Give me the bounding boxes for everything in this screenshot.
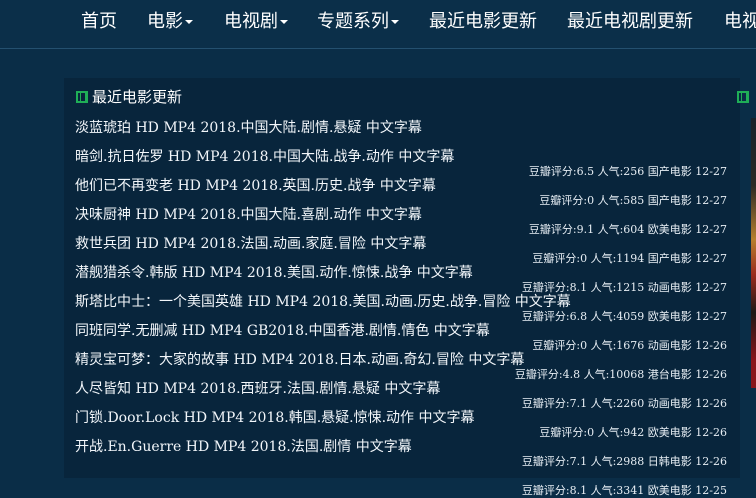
panel-title: 最近电影更新: [76, 88, 182, 106]
nav-latest-tv[interactable]: 最近电视剧更新: [567, 11, 693, 33]
movie-link[interactable]: 人尽皆知 HD MP4 2018.西班牙.法国.剧情.悬疑 中文字幕: [75, 379, 440, 399]
list-item: 同班同学.无删减 HD MP4 GB2018.中国香港.剧情.情色 中文字幕 豆…: [75, 319, 755, 352]
list-item: 他们已不再变老 HD MP4 2018.英国.历史.战争 中文字幕 豆瓣评分:0…: [75, 174, 755, 207]
list-item: 门锁.Door.Lock HD MP4 2018.韩国.悬疑.惊悚.动作 中文字…: [75, 406, 755, 439]
film-icon: [737, 91, 749, 103]
top-navbar: 首页 电影 电视剧 专题系列 最近电影更新 最近电视剧更新 电视: [0, 0, 756, 49]
movie-link[interactable]: 同班同学.无删减 HD MP4 GB2018.中国香港.剧情.情色 中文字幕: [75, 321, 490, 341]
nav-tv-series[interactable]: 电视剧: [224, 11, 288, 33]
movie-link[interactable]: 斯塔比中士：一个美国英雄 HD MP4 2018.美国.动画.历史.战争.冒险 …: [75, 292, 571, 312]
nav-tv[interactable]: 电视: [724, 11, 756, 33]
movie-link[interactable]: 开战.En.Guerre HD MP4 2018.法国.剧情 中文字幕: [75, 437, 412, 457]
movie-meta: 豆瓣评分:8.1 人气:3341 欧美电影 12-25: [521, 484, 727, 497]
list-item: 斯塔比中士：一个美国英雄 HD MP4 2018.美国.动画.历史.战争.冒险 …: [75, 290, 755, 323]
movie-link[interactable]: 暗剑.抗日佐罗 HD MP4 2018.中国大陆.战争.动作 中文字幕: [75, 147, 454, 167]
movie-link[interactable]: 精灵宝可梦：大家的故事 HD MP4 2018.日本.动画.奇幻.冒险 中文字幕: [75, 350, 524, 370]
movie-link[interactable]: 他们已不再变老 HD MP4 2018.英国.历史.战争 中文字幕: [75, 176, 436, 196]
movie-link[interactable]: 门锁.Door.Lock HD MP4 2018.韩国.悬疑.惊悚.动作 中文字…: [75, 408, 475, 428]
list-item: 救世兵团 HD MP4 2018.法国.动画.家庭.冒险 中文字幕 豆瓣评分:0…: [75, 232, 755, 265]
nav-latest-movies[interactable]: 最近电影更新: [429, 11, 537, 33]
chevron-down-icon: [280, 20, 288, 24]
nav-home[interactable]: 首页: [81, 11, 117, 33]
movie-poster-thumbnail[interactable]: [751, 118, 756, 388]
list-item: 豆瓣评分:8.1 人气:3341 欧美电影 12-25: [75, 464, 755, 497]
list-item: 决味厨神 HD MP4 2018.中国大陆.喜剧.动作 中文字幕 豆瓣评分:9.…: [75, 203, 755, 236]
list-item: 淡蓝琥珀 HD MP4 2018.中国大陆.剧情.悬疑 中文字幕: [75, 116, 755, 145]
list-item: 暗剑.抗日佐罗 HD MP4 2018.中国大陆.战争.动作 中文字幕 豆瓣评分…: [75, 145, 755, 178]
list-item: 开战.En.Guerre HD MP4 2018.法国.剧情 中文字幕 豆瓣评分…: [75, 435, 755, 468]
chevron-down-icon: [391, 20, 399, 24]
movie-list: 淡蓝琥珀 HD MP4 2018.中国大陆.剧情.悬疑 中文字幕 暗剑.抗日佐罗…: [75, 116, 755, 497]
chevron-down-icon: [185, 20, 193, 24]
list-item: 人尽皆知 HD MP4 2018.西班牙.法国.剧情.悬疑 中文字幕 豆瓣评分:…: [75, 377, 755, 410]
movie-link[interactable]: 救世兵团 HD MP4 2018.法国.动画.家庭.冒险 中文字幕: [75, 234, 426, 254]
film-icon: [76, 91, 88, 103]
list-item: 精灵宝可梦：大家的故事 HD MP4 2018.日本.动画.奇幻.冒险 中文字幕…: [75, 348, 755, 381]
list-item: 潜舰猎杀令.韩版 HD MP4 2018.美国.动作.惊悚.战争 中文字幕 豆瓣…: [75, 261, 755, 294]
movie-link[interactable]: 潜舰猎杀令.韩版 HD MP4 2018.美国.动作.惊悚.战争 中文字幕: [75, 263, 473, 283]
movie-link[interactable]: 淡蓝琥珀 HD MP4 2018.中国大陆.剧情.悬疑 中文字幕: [75, 118, 422, 138]
nav-topics[interactable]: 专题系列: [317, 11, 399, 33]
movie-link[interactable]: 决味厨神 HD MP4 2018.中国大陆.喜剧.动作 中文字幕: [75, 205, 422, 225]
nav-movies[interactable]: 电影: [147, 11, 193, 33]
